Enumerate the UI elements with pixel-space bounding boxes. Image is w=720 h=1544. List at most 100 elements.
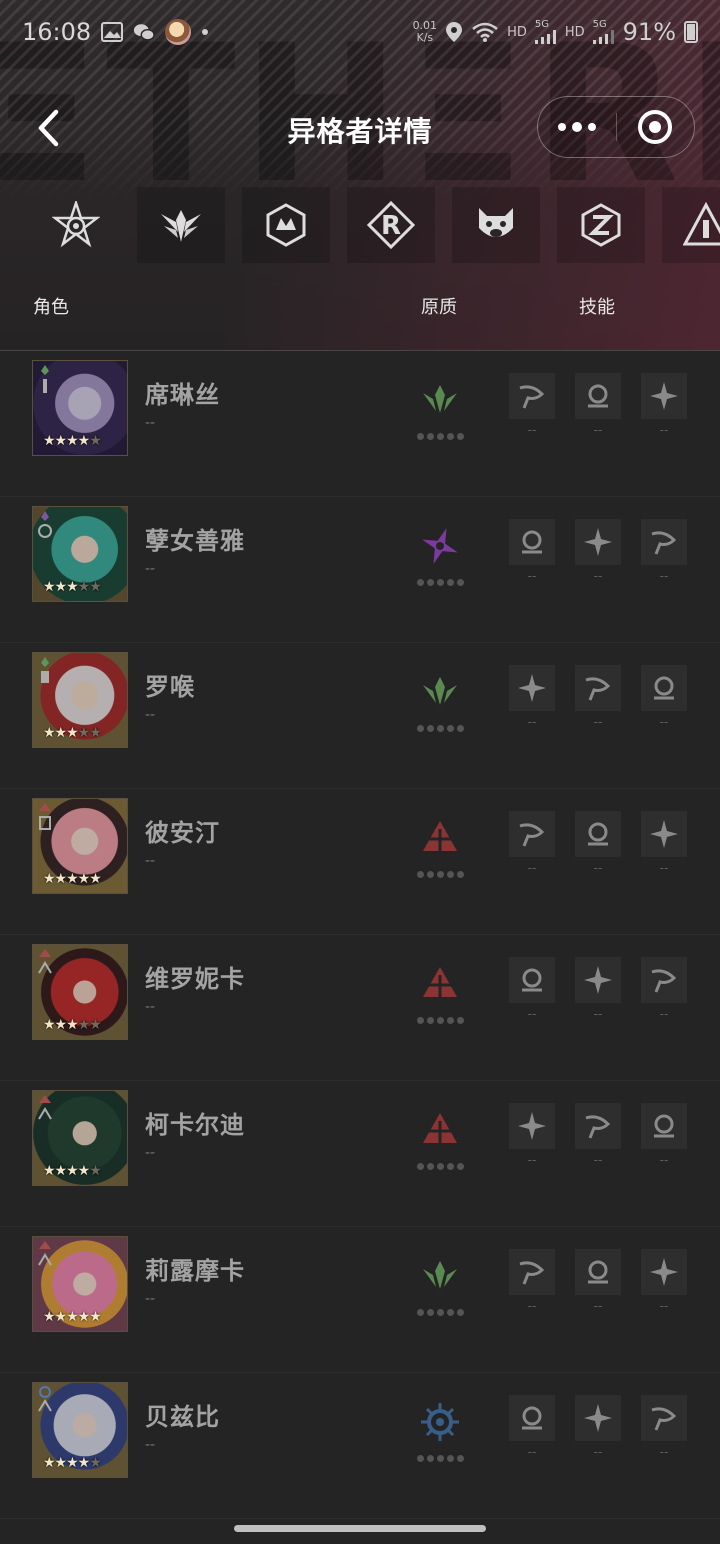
- skill-3-icon[interactable]: [641, 1249, 687, 1295]
- skill-3-icon[interactable]: [641, 519, 687, 565]
- skill-1-icon[interactable]: [509, 811, 555, 857]
- character-row[interactable]: ★★★★★ 莉露摩卡 -- -- -- --: [0, 1227, 720, 1373]
- column-header: 角色 原质 技能: [0, 285, 720, 325]
- net-speed: 0.01 K/s: [412, 19, 438, 44]
- gallery-icon: [101, 22, 124, 42]
- star-rating: ★★★★★: [43, 433, 102, 449]
- star-rating: ★★★★★: [43, 1017, 102, 1033]
- skill-2-icon[interactable]: [575, 1103, 621, 1149]
- wechat-icon: [134, 24, 155, 41]
- skill-1-level: --: [527, 423, 537, 437]
- character-level: --: [145, 415, 156, 431]
- mini-program-capsule: [537, 96, 695, 158]
- character-name: 罗喉: [145, 673, 195, 701]
- character-level: --: [145, 1145, 156, 1161]
- quality-icon: [419, 525, 461, 567]
- character-row[interactable]: ★★★★★ 席琳丝 -- -- -- --: [0, 351, 720, 497]
- hd-label-2: HD: [564, 24, 585, 40]
- character-portrait: ★★★★★: [32, 360, 128, 456]
- faction-r-diamond-icon[interactable]: R: [347, 187, 435, 263]
- skill-1-level: --: [527, 1445, 537, 1459]
- character-portrait: ★★★★★: [32, 652, 128, 748]
- more-button[interactable]: [538, 97, 616, 157]
- star-rating: ★★★★★: [43, 1163, 102, 1179]
- star-rating: ★★★★★: [43, 579, 102, 595]
- skill-3-icon[interactable]: [641, 373, 687, 419]
- star-rating: ★★★★★: [43, 725, 102, 741]
- character-row[interactable]: ★★★★★ 罗喉 -- -- -- --: [0, 643, 720, 789]
- skill-1-icon[interactable]: [509, 665, 555, 711]
- skill-1-icon[interactable]: [509, 1103, 555, 1149]
- quality-dots: [417, 579, 464, 586]
- hd-label-1: HD: [507, 24, 527, 40]
- character-row[interactable]: ★★★★★ 贝兹比 -- -- -- --: [0, 1373, 720, 1519]
- faction-winged-crest-icon[interactable]: [137, 187, 225, 263]
- skill-1-icon[interactable]: [509, 373, 555, 419]
- skill-2-level: --: [593, 569, 603, 583]
- app-avatar-icon: [165, 19, 192, 45]
- wifi-icon: [472, 22, 498, 42]
- faction-star-emblem-icon[interactable]: [32, 187, 120, 263]
- skill-2-level: --: [593, 1445, 603, 1459]
- battery-percent: 91%: [622, 18, 676, 46]
- skill-1-icon[interactable]: [509, 519, 555, 565]
- column-skills: 技能: [579, 297, 615, 318]
- skill-3-icon[interactable]: [641, 811, 687, 857]
- skill-2-level: --: [593, 1153, 603, 1167]
- faction-triangle-i-icon[interactable]: [662, 187, 720, 263]
- faction-hex-crown-icon[interactable]: [242, 187, 330, 263]
- skill-3-level: --: [659, 715, 669, 729]
- skill-3-icon[interactable]: [641, 665, 687, 711]
- skill-3-icon[interactable]: [641, 957, 687, 1003]
- skill-2-icon[interactable]: [575, 665, 621, 711]
- skill-2-icon[interactable]: [575, 1249, 621, 1295]
- skill-3-icon[interactable]: [641, 1103, 687, 1149]
- character-name: 柯卡尔迪: [145, 1111, 245, 1139]
- skill-2-icon[interactable]: [575, 1395, 621, 1441]
- skill-2-level: --: [593, 1299, 603, 1313]
- skill-2-icon[interactable]: [575, 373, 621, 419]
- character-level: --: [145, 853, 156, 869]
- signal-label-2: 5G: [592, 19, 607, 30]
- skill-3-icon[interactable]: [641, 1395, 687, 1441]
- quality-icon: [419, 1401, 461, 1443]
- skill-1-icon[interactable]: [509, 957, 555, 1003]
- character-row[interactable]: ★★★★★ 彼安汀 -- -- -- --: [0, 789, 720, 935]
- target-close-icon: [638, 110, 673, 144]
- home-indicator[interactable]: [234, 1525, 486, 1532]
- star-rating: ★★★★★: [43, 1309, 102, 1325]
- character-name: 莉露摩卡: [145, 1257, 245, 1285]
- skill-2-icon[interactable]: [575, 957, 621, 1003]
- skill-3-level: --: [659, 1007, 669, 1021]
- skill-2-icon[interactable]: [575, 519, 621, 565]
- character-row[interactable]: ★★★★★ 维罗妮卡 -- -- -- --: [0, 935, 720, 1081]
- character-level: --: [145, 999, 156, 1015]
- quality-dots: [417, 725, 464, 732]
- faction-boar-mask-icon[interactable]: [452, 187, 540, 263]
- column-role: 角色: [33, 297, 69, 318]
- skill-1-level: --: [527, 1007, 537, 1021]
- skill-3-level: --: [659, 861, 669, 875]
- skill-1-icon[interactable]: [509, 1249, 555, 1295]
- skill-2-icon[interactable]: [575, 811, 621, 857]
- character-portrait: ★★★★★: [32, 1090, 128, 1186]
- quality-dots: [417, 433, 464, 440]
- status-bar: 16:08 0.01 K/s HD 5G HD 5G 91%: [0, 0, 720, 64]
- svg-text:R: R: [381, 211, 401, 241]
- column-quality: 原质: [421, 297, 457, 318]
- skill-1-icon[interactable]: [509, 1395, 555, 1441]
- character-row[interactable]: ★★★★★ 孽女善雅 -- -- -- --: [0, 497, 720, 643]
- signal-label-1: 5G: [534, 19, 549, 30]
- quality-dots: [417, 1017, 464, 1024]
- quality-icon: [419, 1109, 461, 1151]
- close-mini-program-button[interactable]: [617, 97, 695, 157]
- character-level: --: [145, 1291, 156, 1307]
- skill-2-level: --: [593, 715, 603, 729]
- star-rating: ★★★★★: [43, 871, 102, 887]
- skill-1-level: --: [527, 715, 537, 729]
- skill-3-level: --: [659, 569, 669, 583]
- faction-z-hexagon-icon[interactable]: [557, 187, 645, 263]
- faction-filter-row: R: [32, 187, 720, 263]
- character-row[interactable]: ★★★★★ 柯卡尔迪 -- -- -- --: [0, 1081, 720, 1227]
- quality-icon: [419, 379, 461, 421]
